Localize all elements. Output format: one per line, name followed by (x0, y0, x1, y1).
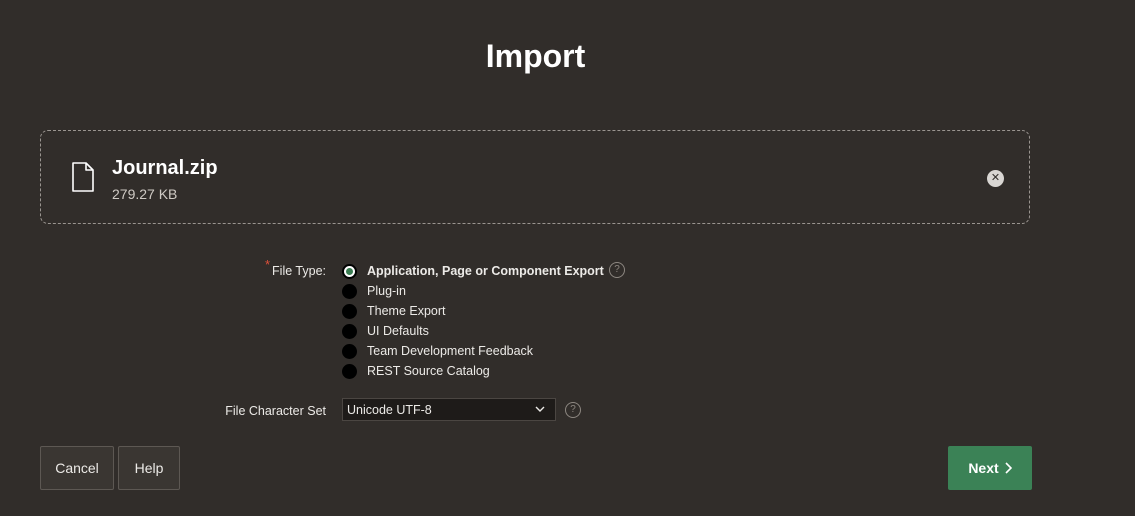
radio-label: REST Source Catalog (367, 364, 490, 378)
radio-label: UI Defaults (367, 324, 429, 338)
chevron-right-icon (1005, 462, 1012, 474)
file-type-option-application[interactable]: Application, Page or Component Export (342, 262, 604, 280)
remove-file-button[interactable]: ✕ (987, 170, 1004, 187)
radio-button[interactable] (342, 303, 357, 319)
help-button[interactable]: Help (118, 446, 180, 490)
radio-button[interactable] (342, 283, 357, 299)
radio-button[interactable] (342, 263, 357, 279)
radio-button[interactable] (342, 363, 357, 379)
next-button-label: Next (968, 460, 999, 476)
radio-label: Application, Page or Component Export (367, 264, 604, 278)
file-size: 279.27 KB (112, 186, 178, 202)
file-type-label: File Type: (272, 264, 326, 278)
radio-label: Team Development Feedback (367, 344, 534, 358)
file-type-option-rest-source[interactable]: REST Source Catalog (342, 362, 490, 380)
file-type-option-ui-defaults[interactable]: UI Defaults (342, 322, 429, 340)
file-dropzone[interactable]: Journal.zip 279.27 KB ✕ (40, 130, 1030, 224)
charset-label: File Character Set (225, 404, 326, 418)
radio-label: Theme Export (367, 304, 446, 318)
cancel-button[interactable]: Cancel (40, 446, 114, 490)
page-title: Import (485, 38, 586, 74)
file-type-option-team-feedback[interactable]: Team Development Feedback (342, 342, 533, 360)
charset-help-icon[interactable]: ? (565, 402, 581, 418)
charset-value: Unicode UTF-8 (347, 403, 432, 417)
file-type-help-icon[interactable]: ? (609, 262, 625, 278)
charset-select[interactable]: Unicode UTF-8 (342, 398, 556, 421)
radio-button[interactable] (342, 323, 357, 339)
file-type-option-plugin[interactable]: Plug-in (342, 282, 406, 300)
file-name: Journal.zip (112, 157, 218, 179)
radio-button[interactable] (342, 343, 357, 359)
radio-label: Plug-in (367, 284, 406, 298)
next-button[interactable]: Next (948, 446, 1032, 490)
chevron-down-icon (535, 406, 545, 412)
file-icon (72, 162, 94, 192)
close-icon: ✕ (990, 172, 1001, 184)
import-page: Import Journal.zip 279.27 KB ✕ * File Ty… (0, 0, 1135, 516)
file-type-option-theme-export[interactable]: Theme Export (342, 302, 446, 320)
